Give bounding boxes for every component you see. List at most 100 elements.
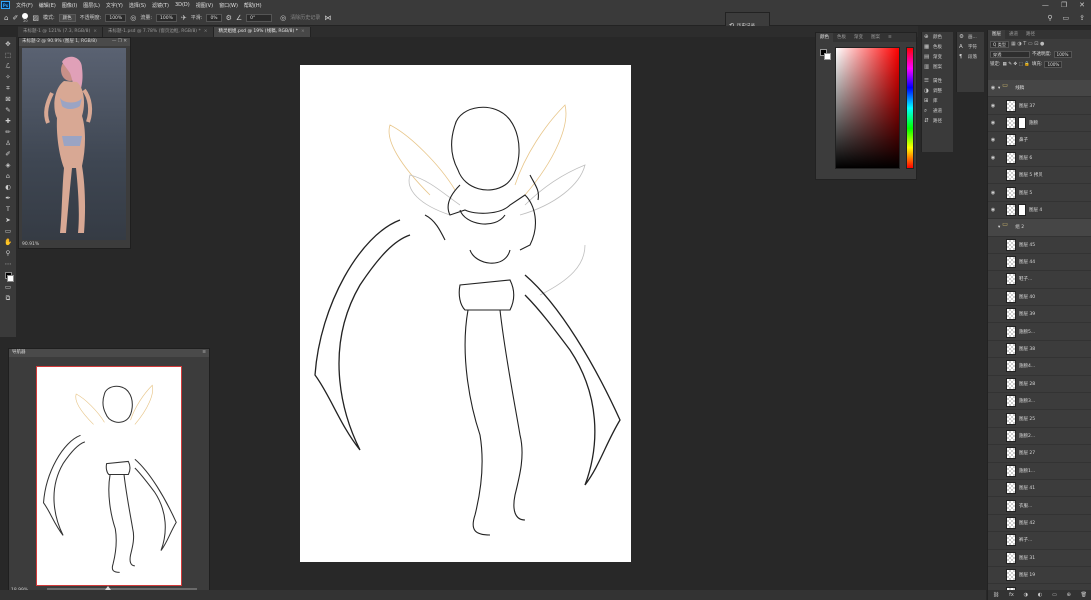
expand-chevron-icon[interactable]: ▾ bbox=[998, 225, 1000, 230]
delete-layer-icon[interactable]: 🗑 bbox=[1081, 592, 1087, 598]
layer-row[interactable]: 图层 38 bbox=[988, 341, 1091, 359]
layer-row[interactable]: 图层 45 bbox=[988, 237, 1091, 254]
smooth-settings-icon[interactable]: ⚙ bbox=[226, 14, 232, 22]
angle-input[interactable]: 0° bbox=[246, 13, 273, 22]
layer-row[interactable]: 图层 25 bbox=[988, 410, 1091, 428]
layer-row[interactable]: 翅膀1... bbox=[988, 463, 1091, 480]
screen-mode-icon[interactable]: ⧉ bbox=[6, 293, 11, 304]
search-icon[interactable]: ⚲ bbox=[1047, 14, 1052, 22]
magic-wand-icon[interactable]: ✧ bbox=[5, 72, 10, 83]
dock-panel-button[interactable]: ¶ 段落 bbox=[957, 52, 984, 62]
minimize-button[interactable]: — bbox=[1036, 1, 1055, 9]
layer-row[interactable]: 图层 19 bbox=[988, 567, 1091, 585]
background-color-swatch[interactable] bbox=[824, 53, 831, 60]
paint-bucket-icon[interactable]: ⌂ bbox=[6, 171, 10, 182]
layer-row[interactable]: 图层 5 拷贝 bbox=[988, 167, 1091, 185]
healing-brush-icon[interactable]: ✚ bbox=[5, 116, 10, 127]
layer-row[interactable]: 裤子... bbox=[988, 532, 1091, 550]
layer-mask-thumbnail[interactable] bbox=[1018, 203, 1026, 216]
layer-row[interactable]: 图层 31 bbox=[988, 550, 1091, 567]
layer-row[interactable]: 图层 39 bbox=[988, 306, 1091, 324]
tab-close-icon[interactable]: × bbox=[204, 29, 208, 34]
color-panel-tab[interactable]: 图案 bbox=[867, 33, 884, 42]
menu-item[interactable]: 帮助(H) bbox=[241, 2, 265, 9]
layer-row[interactable]: ◉ 图层 6 bbox=[988, 150, 1091, 167]
brush-tool-icon[interactable]: ✏ bbox=[5, 127, 10, 138]
menu-item[interactable]: 窗口(W) bbox=[216, 2, 241, 9]
eyedropper-icon[interactable]: ✎ bbox=[5, 105, 10, 116]
link-layers-icon[interactable]: ⛓ bbox=[993, 592, 999, 598]
expand-chevron-icon[interactable]: ▾ bbox=[998, 86, 1000, 91]
new-group-icon[interactable]: ▭ bbox=[1052, 592, 1057, 598]
panel-menu-icon[interactable]: ≡ bbox=[884, 33, 896, 42]
layer-row[interactable]: 翅膀4... bbox=[988, 358, 1091, 376]
rectangle-tool-icon[interactable]: ▭ bbox=[5, 226, 11, 237]
add-mask-icon[interactable]: ◑ bbox=[1024, 592, 1028, 598]
layer-row[interactable]: 图层 42 bbox=[988, 515, 1091, 533]
share-icon[interactable]: ⇪ bbox=[1079, 14, 1085, 22]
menu-item[interactable]: 文件(F) bbox=[13, 2, 36, 9]
home-icon[interactable]: ⌂ bbox=[4, 14, 8, 22]
layer-row[interactable]: 翅膀5... bbox=[988, 323, 1091, 341]
maximize-button[interactable]: ❐ bbox=[1055, 1, 1073, 9]
layer-row[interactable]: ◉ 图层 5 bbox=[988, 184, 1091, 202]
airbrush-icon[interactable]: ✈ bbox=[181, 14, 187, 22]
menu-item[interactable]: 编辑(E) bbox=[36, 2, 59, 9]
layer-row[interactable]: 图层 44 bbox=[988, 254, 1091, 272]
layer-row[interactable]: ◉ 翅膀 bbox=[988, 115, 1091, 133]
layer-group[interactable]: ◉ ▾ ▭ 线稿 bbox=[988, 80, 1091, 98]
eraser-tool-icon[interactable]: ✐ bbox=[12, 14, 18, 22]
menu-item[interactable]: 滤镜(T) bbox=[149, 2, 172, 9]
layer-list[interactable]: ◉ ▾ ▭ 线稿 ◉ 图层 37 ◉ 翅膀 ◉ 鼻子 ◉ 图层 6 图层 5 拷贝 ◉ 图层 5 ◉ 图层 4 ▾… bbox=[988, 80, 1091, 590]
pen-tool-icon[interactable]: ✒ bbox=[5, 193, 10, 204]
dock-panel-button[interactable]: ⊕ 颜色 bbox=[922, 32, 953, 42]
layer-row[interactable]: ◉ 鼻子 bbox=[988, 132, 1091, 150]
brush-preset-picker[interactable]: 20 bbox=[22, 12, 29, 23]
layer-row[interactable]: 图层 28 bbox=[988, 376, 1091, 394]
document-tab[interactable]: 未标题-1.psd @ 7.78% (窗页边框, RGB/8) * × bbox=[103, 27, 214, 37]
document-tab[interactable]: 精灵姐姐.psd @ 19% (线稿, RGB/8) * × bbox=[213, 27, 311, 37]
opacity-input[interactable]: 100% bbox=[105, 13, 127, 22]
layer-row[interactable]: 图层 27 bbox=[988, 445, 1091, 463]
navigator-titlebar[interactable]: 导航器 ≡ bbox=[9, 349, 209, 357]
hand-tool-icon[interactable]: ✋ bbox=[4, 237, 12, 248]
type-tool-icon[interactable]: T bbox=[6, 204, 10, 215]
layer-opacity-input[interactable]: 100% bbox=[1053, 50, 1072, 58]
reference-window[interactable]: 未标题-2 @ 90.9% (图层 1, RGB/8) — ❐ ✕ 90.91% bbox=[18, 37, 131, 249]
background-swatch[interactable] bbox=[7, 275, 14, 282]
visibility-eye-icon[interactable]: ◉ bbox=[988, 120, 998, 126]
erase-history-label[interactable]: 清除历史记录 bbox=[290, 14, 320, 21]
layers-panel-tab[interactable]: 路径 bbox=[1022, 30, 1039, 39]
blend-mode-select[interactable]: 穿透 bbox=[990, 50, 1030, 58]
reference-window-titlebar[interactable]: 未标题-2 @ 90.9% (图层 1, RGB/8) — ❐ ✕ bbox=[19, 38, 130, 46]
path-select-icon[interactable]: ➤ bbox=[5, 215, 10, 226]
menu-item[interactable]: 图层(L) bbox=[80, 2, 103, 9]
visibility-eye-icon[interactable]: ◉ bbox=[988, 155, 998, 161]
pressure-opacity-icon[interactable]: ◎ bbox=[130, 14, 136, 22]
color-panel-tab[interactable]: 颜色 bbox=[816, 33, 833, 42]
menu-item[interactable]: 3D(D) bbox=[172, 2, 193, 9]
layer-fill-input[interactable]: 100% bbox=[1044, 60, 1063, 68]
layer-row[interactable]: 鞋子... bbox=[988, 271, 1091, 289]
workspace-icon[interactable]: ▭ bbox=[1063, 14, 1070, 22]
dock-panel-button[interactable]: ▦ 色板 bbox=[922, 42, 953, 52]
layer-row[interactable]: ◉ 图层 37 bbox=[988, 97, 1091, 115]
dock-panel-button[interactable]: ⊞ 库 bbox=[922, 96, 953, 106]
visibility-eye-icon[interactable]: ◉ bbox=[988, 85, 998, 91]
dock-panel-button[interactable]: ⇵ 路径 bbox=[922, 116, 953, 126]
move-tool-icon[interactable]: ✥ bbox=[5, 39, 10, 50]
hue-slider[interactable] bbox=[906, 47, 914, 169]
symmetry-icon[interactable]: ⋈ bbox=[324, 14, 331, 22]
dock-panel-button[interactable]: A 字符 bbox=[957, 42, 984, 52]
window-controls-icon[interactable]: — ❐ ✕ bbox=[112, 38, 130, 46]
zoom-tool-icon[interactable]: ⚲ bbox=[6, 248, 11, 259]
layers-panel-tab[interactable]: 通道 bbox=[1005, 30, 1022, 39]
navigator-panel[interactable]: 导航器 ≡ 18.99% bbox=[8, 348, 210, 595]
dock-panel-button[interactable]: ◑ 调整 bbox=[922, 86, 953, 96]
color-panel-tab[interactable]: 渐变 bbox=[850, 33, 867, 42]
layer-filter-select[interactable]: Q 类型 bbox=[990, 40, 1010, 48]
layer-row[interactable]: 翅膀3... bbox=[988, 393, 1091, 411]
layer-row[interactable]: 图层 41 bbox=[988, 480, 1091, 498]
brush-settings-icon[interactable]: ▨ bbox=[32, 14, 39, 22]
layers-panel-tab[interactable]: 图层 bbox=[988, 30, 1005, 39]
